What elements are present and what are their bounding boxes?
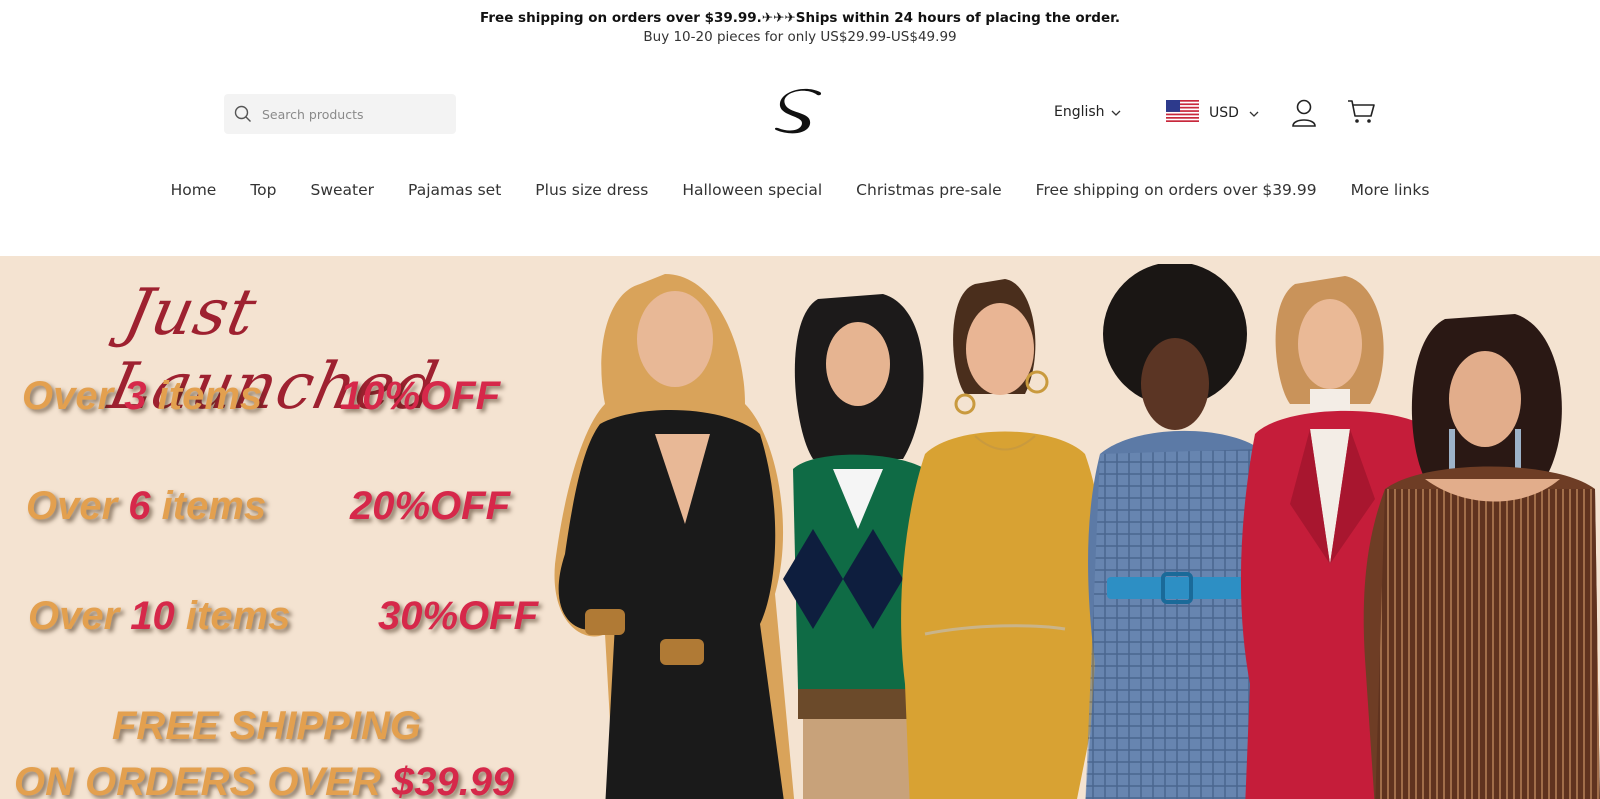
promo-suffix: items [146, 374, 263, 418]
account-icon[interactable] [1291, 99, 1317, 131]
promo-prefix: Over [22, 374, 125, 418]
promo-prefix: Over [28, 594, 131, 638]
chevron-down-icon [1111, 104, 1121, 120]
site-logo[interactable] [772, 86, 828, 140]
announcement-line-1: Free shipping on orders over $39.99.✈✈✈S… [480, 10, 1120, 26]
nav-item-more-links[interactable]: More links [1334, 180, 1447, 200]
nav-item-pajamas-set[interactable]: Pajamas set [391, 180, 518, 200]
free-shipping-amount: $39.99 [391, 760, 515, 799]
language-label: English [1054, 104, 1105, 120]
promo-line: Over 3 items 10%OFF [22, 374, 500, 419]
free-shipping-line-2: ON ORDERS OVER $39.99 [14, 760, 514, 799]
model-metallic-dress [1363, 314, 1600, 799]
search-box[interactable] [224, 94, 456, 134]
promo-discount: 20%OFF [350, 484, 511, 528]
promo-quantity: 10 [130, 594, 175, 638]
promo-line: Over 10 items 30%OFF [28, 594, 538, 639]
announcement-line-2: Buy 10-20 pieces for only US$29.99-US$49… [643, 29, 957, 45]
nav-item-halloween-special[interactable]: Halloween special [665, 180, 839, 200]
language-selector[interactable]: English [1054, 104, 1121, 120]
promo-suffix: items [174, 594, 291, 638]
chevron-down-icon [1249, 105, 1259, 121]
nav-item-free-shipping[interactable]: Free shipping on orders over $39.99 [1019, 180, 1334, 200]
nav-item-sweater[interactable]: Sweater [294, 180, 392, 200]
free-shipping-line-1: FREE SHIPPING [112, 704, 421, 748]
nav-item-plus-size-dress[interactable]: Plus size dress [518, 180, 665, 200]
promo-line: Over 6 items 20%OFF [26, 484, 510, 529]
model-black-dress [554, 274, 795, 799]
promo-quantity: 3 [124, 374, 147, 418]
promo-discount: 10%OFF [340, 374, 501, 418]
promo-prefix: Over [26, 484, 129, 528]
hero-banner[interactable]: Just Launched Over 3 items 10%OFF Over 6… [0, 256, 1600, 799]
nav-item-home[interactable]: Home [154, 180, 234, 200]
nav-item-top[interactable]: Top [233, 180, 293, 200]
promo-suffix: items [150, 484, 267, 528]
main-nav: Home Top Sweater Pajamas set Plus size d… [0, 170, 1600, 256]
us-flag-icon [1166, 100, 1199, 126]
announcement-bar: Free shipping on orders over $39.99.✈✈✈S… [0, 0, 1600, 58]
hero-promo-text: Just Launched Over 3 items 10%OFF Over 6… [0, 256, 580, 799]
currency-selector[interactable]: USD [1166, 100, 1259, 126]
promo-discount: 30%OFF [378, 594, 539, 638]
cart-icon[interactable] [1347, 99, 1375, 129]
search-icon[interactable] [234, 105, 252, 123]
promo-quantity: 6 [128, 484, 151, 528]
nav-item-christmas-pre-sale[interactable]: Christmas pre-sale [839, 180, 1019, 200]
search-input[interactable] [260, 94, 456, 134]
currency-label: USD [1209, 105, 1239, 121]
site-header: English USD [0, 58, 1600, 170]
free-shipping-prefix: ON ORDERS OVER [14, 760, 392, 799]
hero-models-image [554, 256, 1600, 799]
